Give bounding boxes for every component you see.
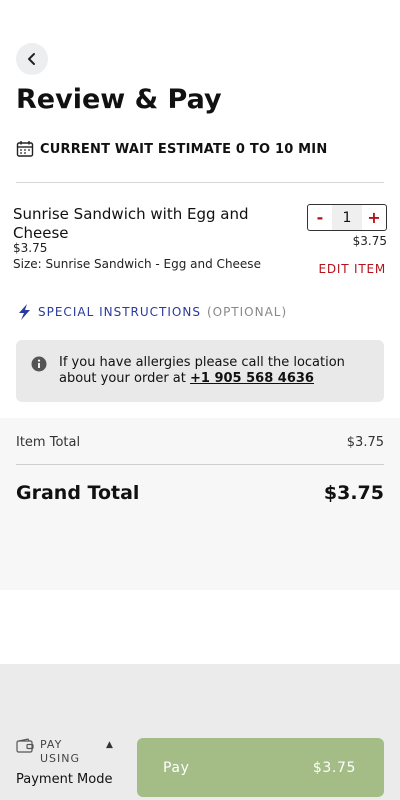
item-price: $3.75 bbox=[13, 241, 48, 255]
special-instructions-label: SPECIAL INSTRUCTIONS bbox=[38, 305, 201, 319]
payment-method-selector[interactable]: PAY USING ▲ Payment Mode bbox=[16, 738, 113, 787]
totals-section: Item Total $3.75 Grand Total $3.75 bbox=[0, 418, 400, 590]
item-total-label: Item Total bbox=[16, 435, 81, 450]
divider bbox=[16, 182, 384, 183]
allergy-phone-link[interactable]: +1 905 568 4636 bbox=[190, 371, 314, 386]
wait-estimate-text: CURRENT WAIT ESTIMATE 0 TO 10 MIN bbox=[40, 141, 328, 157]
allergy-notice: If you have allergies please call the lo… bbox=[16, 340, 384, 402]
payment-mode-label: Payment Mode bbox=[16, 772, 113, 787]
grand-total-row: Grand Total $3.75 bbox=[16, 482, 384, 504]
decrease-quantity-button[interactable]: - bbox=[308, 208, 332, 227]
wait-estimate: CURRENT WAIT ESTIMATE 0 TO 10 MIN bbox=[16, 140, 327, 158]
increase-quantity-button[interactable]: + bbox=[362, 208, 386, 227]
caret-up-icon: ▲ bbox=[106, 740, 113, 750]
item-total-row: Item Total $3.75 bbox=[16, 435, 384, 450]
page-title: Review & Pay bbox=[16, 84, 222, 115]
quantity-stepper: - 1 + bbox=[307, 204, 387, 231]
pay-using-label: PAY USING bbox=[40, 738, 81, 765]
grand-total-label: Grand Total bbox=[16, 482, 140, 504]
item-size: Size: Sunrise Sandwich - Egg and Cheese bbox=[13, 257, 261, 271]
back-button[interactable] bbox=[16, 43, 48, 75]
item-total-value: $3.75 bbox=[346, 435, 384, 450]
chevron-left-icon bbox=[28, 53, 35, 65]
quantity-value: 1 bbox=[332, 205, 362, 230]
calendar-icon bbox=[16, 141, 34, 157]
pay-button-amount: $3.75 bbox=[312, 759, 356, 776]
pay-button-label: Pay bbox=[163, 759, 190, 776]
lightning-icon bbox=[19, 304, 30, 320]
special-instructions-link[interactable]: SPECIAL INSTRUCTIONS (OPTIONAL) bbox=[16, 303, 287, 321]
special-instructions-optional: (OPTIONAL) bbox=[206, 305, 288, 319]
grand-total-value: $3.75 bbox=[323, 482, 384, 504]
info-icon bbox=[31, 356, 47, 372]
wallet-icon bbox=[16, 738, 34, 753]
edit-item-button[interactable]: EDIT ITEM bbox=[318, 262, 386, 276]
pay-button[interactable]: Pay $3.75 bbox=[137, 738, 384, 797]
checkout-footer: PAY USING ▲ Payment Mode Pay $3.75 bbox=[0, 664, 400, 800]
divider bbox=[16, 464, 384, 465]
item-name: Sunrise Sandwich with Egg and Cheese bbox=[13, 205, 249, 242]
line-total: $3.75 bbox=[352, 234, 387, 248]
